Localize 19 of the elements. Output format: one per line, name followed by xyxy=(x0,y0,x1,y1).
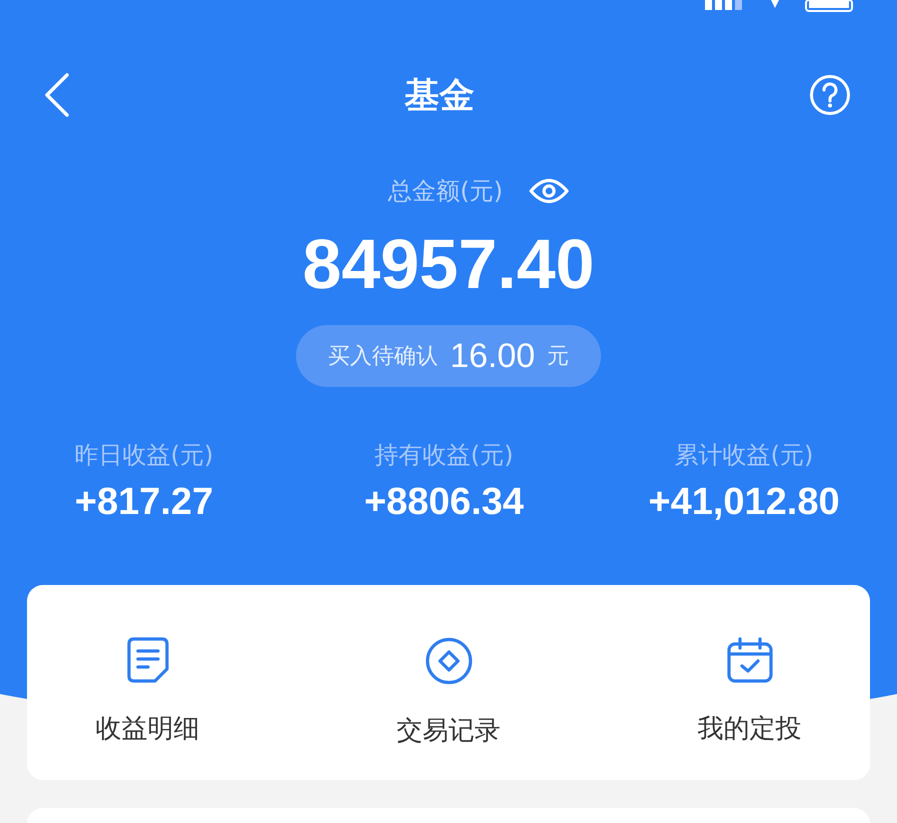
total-label: 总金额(元) xyxy=(388,176,503,207)
stat-value: +41,012.80 xyxy=(648,481,840,524)
help-icon[interactable] xyxy=(809,74,851,116)
action-label[interactable]: 我的定投 xyxy=(698,711,802,746)
action-label[interactable]: 交易记录 xyxy=(396,713,500,748)
page-title: 基金 xyxy=(404,74,474,118)
document-icon[interactable] xyxy=(126,637,168,683)
signal-icon xyxy=(705,0,745,10)
calendar-icon[interactable] xyxy=(726,637,772,683)
stat-value: +817.27 xyxy=(74,481,214,524)
total-amount: 84957.40 xyxy=(302,229,594,299)
stat-label: 累计收益(元) xyxy=(674,440,814,471)
action-label[interactable]: 收益明细 xyxy=(96,711,200,746)
stat-label: 持有收益(元) xyxy=(374,440,514,471)
eye-icon[interactable] xyxy=(528,178,569,204)
stat-value: +8806.34 xyxy=(364,481,524,524)
stat-label: 昨日收益(元) xyxy=(74,440,214,471)
back-icon[interactable] xyxy=(44,73,70,117)
diamond-coin-icon[interactable] xyxy=(424,637,472,685)
